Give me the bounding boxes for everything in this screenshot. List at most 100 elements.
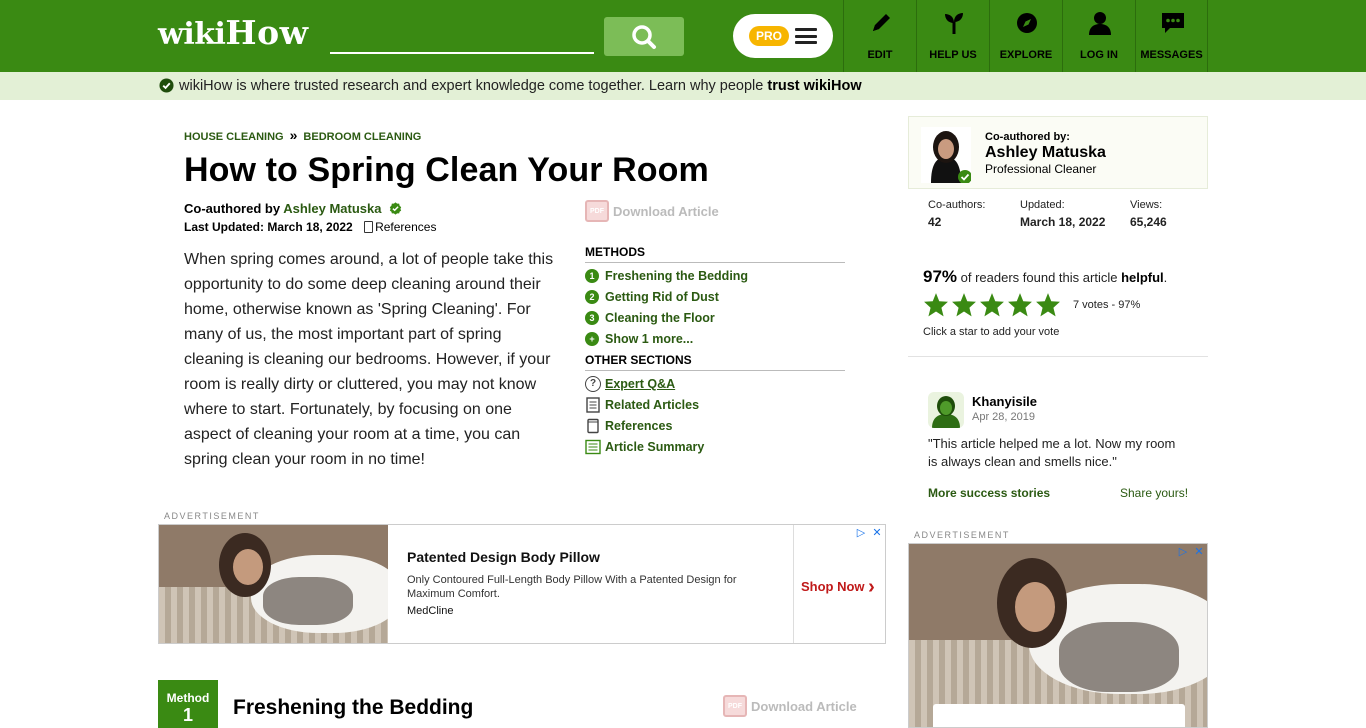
share-yours-link[interactable]: Share yours! xyxy=(1120,486,1188,500)
toc-label: Freshening the Bedding xyxy=(605,269,749,283)
helpful-percent: 97% xyxy=(923,267,958,286)
star-rating xyxy=(923,292,1061,318)
article-intro: When spring comes around, a lot of peopl… xyxy=(184,251,554,468)
toc-label: Cleaning the Floor xyxy=(605,311,715,325)
page-title: How to Spring Clean Your Room xyxy=(184,151,709,189)
pdf-icon: PDF xyxy=(723,695,747,717)
coauthor-link[interactable]: Ashley Matuska xyxy=(283,201,381,216)
nav-help-us[interactable]: HELP US xyxy=(916,0,989,72)
download-article-label: Download Article xyxy=(751,698,857,714)
stat-coauthors-label: Co-authors: xyxy=(928,199,986,211)
divider xyxy=(908,356,1208,357)
pro-menu-button[interactable]: PRO xyxy=(733,14,833,58)
download-article-button[interactable]: PDF Download Article xyxy=(585,199,719,223)
compass-icon xyxy=(1017,13,1037,33)
stat-updated-label: Updated: xyxy=(1020,199,1065,211)
toc-method-1[interactable]: 1 Freshening the Bedding xyxy=(585,267,748,285)
trust-message: wikiHow is where trusted research and ex… xyxy=(179,78,768,94)
method-badge: Method 1 xyxy=(158,680,218,728)
toc-method-3[interactable]: 3 Cleaning the Floor xyxy=(585,309,715,327)
vote-count: 7 votes - 97% xyxy=(1073,299,1141,311)
toc-label: Expert Q&A xyxy=(605,377,676,391)
method-number-badge: 3 xyxy=(585,311,599,325)
toc-expert-qa[interactable]: ? Expert Q&A xyxy=(585,375,675,393)
helpful-word: helpful xyxy=(1121,270,1164,285)
star-icon[interactable] xyxy=(923,292,949,318)
ad-banner[interactable]: Patented Design Body Pillow Only Contour… xyxy=(158,524,886,644)
method-download-article-button[interactable]: PDF Download Article xyxy=(723,694,857,718)
nav-edit[interactable]: EDIT xyxy=(843,0,916,72)
last-updated: Last Updated: March 18, 2022 xyxy=(184,220,353,234)
wikihow-logo[interactable]: wikiHow xyxy=(158,16,309,50)
advertisement-label: ADVERTISEMENT xyxy=(914,530,1010,540)
verified-author-icon xyxy=(389,202,402,215)
nav-log-in[interactable]: LOG IN xyxy=(1062,0,1135,72)
document-icon xyxy=(364,221,374,233)
toc-label: Article Summary xyxy=(605,440,705,454)
search-button[interactable] xyxy=(604,17,684,56)
helpful-summary: 97% of readers found this article helpfu… xyxy=(923,267,1167,287)
toc-label: References xyxy=(605,419,673,433)
toc-article-summary[interactable]: Article Summary xyxy=(585,438,704,456)
nav-messages[interactable]: MESSAGES xyxy=(1135,0,1208,72)
trust-text: wikiHow is where trusted research and ex… xyxy=(179,78,862,94)
methods-heading: METHODS xyxy=(585,245,845,263)
coauthored-by-label: Co-authored by: xyxy=(985,131,1070,143)
chat-icon xyxy=(1162,13,1184,33)
ad-title[interactable]: Patented Design Body Pillow xyxy=(407,549,600,565)
adchoices-icon[interactable]: ▷ xyxy=(855,527,867,539)
hamburger-menu-icon xyxy=(795,28,817,44)
pro-badge: PRO xyxy=(749,26,789,46)
chevron-right-icon: › xyxy=(868,576,875,598)
star-icon[interactable] xyxy=(979,292,1005,318)
helpful-period: . xyxy=(1163,270,1168,285)
star-icon[interactable] xyxy=(1007,292,1033,318)
method-badge-label: Method xyxy=(166,691,210,705)
method-title: Freshening the Bedding xyxy=(233,696,474,719)
toc-label: Related Articles xyxy=(605,398,700,412)
nav-label: EXPLORE xyxy=(999,49,1053,61)
toc-label: Getting Rid of Dust xyxy=(605,290,719,304)
plus-icon: + xyxy=(585,332,599,346)
toc-related-articles[interactable]: Related Articles xyxy=(585,396,699,414)
toc-show-more[interactable]: + Show 1 more... xyxy=(585,330,693,348)
references-link[interactable]: References xyxy=(364,220,436,234)
author-name[interactable]: Ashley Matuska xyxy=(985,144,1106,162)
toc-references[interactable]: References xyxy=(585,417,672,435)
search-input[interactable] xyxy=(330,20,594,54)
star-icon[interactable] xyxy=(951,292,977,318)
site-header: wikiHow PRO EDIT HELP US EXPLORE LOG IN xyxy=(0,0,1366,72)
shop-now-button[interactable]: Shop Now › xyxy=(801,576,875,599)
sidebar-ad[interactable]: ▷ ✕ xyxy=(908,543,1208,728)
star-icon[interactable] xyxy=(1035,292,1061,318)
nav-label: LOG IN xyxy=(1080,49,1118,61)
divider xyxy=(793,525,794,643)
coauthor-prefix: Co-authored by xyxy=(184,201,281,216)
ad-photo xyxy=(159,525,388,643)
review-date: Apr 28, 2019 xyxy=(972,411,1035,423)
pencil-icon xyxy=(873,14,890,31)
verified-check-icon xyxy=(159,78,174,93)
close-icon[interactable]: ✕ xyxy=(871,527,883,539)
other-sections-heading: OTHER SECTIONS xyxy=(585,353,845,371)
trust-wikihow-link[interactable]: trust wikiHow xyxy=(767,78,861,94)
toc-method-2[interactable]: 2 Getting Rid of Dust xyxy=(585,288,719,306)
adchoices-icon[interactable]: ▷ xyxy=(1177,546,1189,558)
stat-views-value: 65,246 xyxy=(1130,215,1167,229)
helpful-text: of readers found this article xyxy=(957,270,1122,285)
adchoices: ▷ ✕ xyxy=(1177,546,1205,558)
user-icon xyxy=(1089,12,1111,35)
advertisement-label: ADVERTISEMENT xyxy=(164,511,260,521)
close-icon[interactable]: ✕ xyxy=(1193,546,1205,558)
cta-label: Shop Now xyxy=(801,579,865,594)
breadcrumb-bedroom-cleaning[interactable]: BEDROOM CLEANING xyxy=(303,131,421,143)
breadcrumb-house-cleaning[interactable]: HOUSE CLEANING xyxy=(184,131,284,143)
method-badge-number: 1 xyxy=(182,705,193,725)
author-card[interactable]: Co-authored by: Ashley Matuska Professio… xyxy=(908,116,1208,189)
more-success-stories-link[interactable]: More success stories xyxy=(928,486,1050,500)
header-nav: EDIT HELP US EXPLORE LOG IN MESSAGES xyxy=(843,0,1208,72)
nav-explore[interactable]: EXPLORE xyxy=(989,0,1062,72)
vote-hint: Click a star to add your vote xyxy=(923,326,1060,338)
reviewer-name: Khanyisile xyxy=(972,394,1038,409)
author-role: Professional Cleaner xyxy=(985,162,1097,176)
